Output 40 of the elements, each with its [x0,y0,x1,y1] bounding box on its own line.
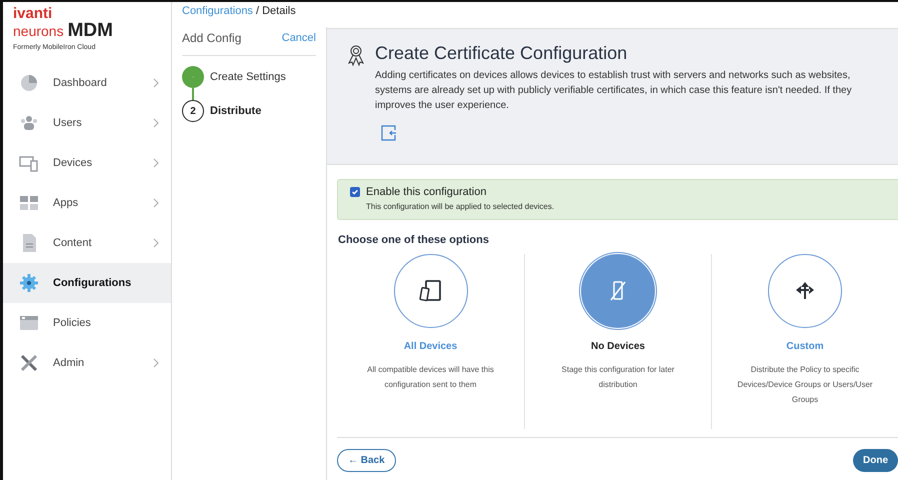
description-line: improves the user experience. [375,99,510,113]
tablet-phone-icon [418,278,444,304]
option-description: Distribute the Policy to specific Devices/Device Groups or Users/User Groups [736,364,874,406]
sidebar-item[interactable]: Devices [3,143,171,183]
logo-neurons: neurons [13,24,64,38]
done-button[interactable]: Done [853,449,898,472]
enable-label: Enable this configuration [366,186,486,198]
gear-icon [19,273,39,293]
sidebar-item[interactable]: Admin [3,343,171,383]
back-button[interactable]: ← Back [337,449,396,472]
sidebar-item[interactable]: Content [3,223,171,263]
sidebar-item[interactable]: Users [3,103,171,143]
pie-icon [19,73,39,93]
sidebar-item[interactable]: Configurations [3,263,171,303]
options-heading: Choose one of these options [338,234,490,246]
enable-checkbox[interactable] [350,187,360,197]
sidebar-item[interactable]: Apps [3,183,171,223]
step-label: Distribute [210,105,262,117]
sidebar-item[interactable]: Dashboard [3,63,171,103]
logo-ivanti: ivanti [13,8,54,20]
description-line: Adding certificates on devices allows devices to establish trust with servers and networks such as websites, [375,69,852,83]
step-label: Create Settings [210,71,286,83]
option-description: All compatible devices will have this configuration sent to them [366,364,495,391]
users-icon [19,113,39,133]
option-title[interactable]: No Devices [591,341,645,352]
tools-icon [19,353,39,373]
product-name: MDM [68,20,113,42]
sidebar-item[interactable]: Policies [3,303,171,343]
step-number: 2 [182,100,204,122]
wizard-title: Add Config [182,31,242,45]
certificate-icon [347,43,365,69]
window-icon [19,313,39,333]
apps-icon [19,193,39,213]
breadcrumb: Configurations / Details [181,4,297,19]
option-description: Stage this configuration for later distribution [560,364,676,391]
description-line: systems are already set up with publicly verifiable certificates, in which case this feature isn't needed. If they [375,84,852,98]
import-icon[interactable] [381,125,397,141]
option-circle[interactable] [581,254,655,328]
enable-note: This configuration will be applied to selected devices. [366,202,556,211]
page-title: Create Certificate Configuration [375,43,628,64]
